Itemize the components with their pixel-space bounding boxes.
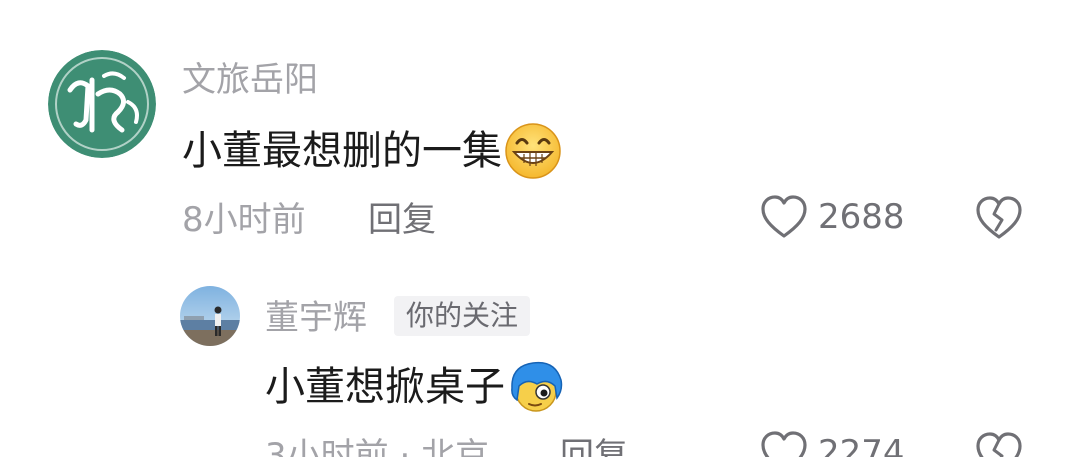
following-badge: 你的关注 [394,296,531,336]
reply-reply-button[interactable]: 回复 [560,434,628,457]
comment-time: 8小时前 [182,200,306,240]
broken-heart-icon [976,432,1022,457]
reply-like-count: 2274 [818,433,905,457]
reply-text: 小董想掀桌子 [265,358,565,416]
reply-text-body: 小董想掀桌子 [265,364,505,410]
reply-username[interactable]: 董宇辉 [265,296,367,340]
reply-like-button[interactable]: 2274 [760,430,905,457]
broken-heart-icon [976,196,1022,239]
grinning-face-icon [505,123,561,179]
like-count: 2688 [818,197,905,237]
reply-dislike-button[interactable] [974,430,1024,457]
comment-text: 小董最想删的一集 [182,122,562,180]
reply-button[interactable]: 回复 [368,198,436,242]
travel-logo-avatar-icon [48,50,156,158]
comment-text-body: 小董最想删的一集 [182,128,502,174]
username[interactable]: 文旅岳阳 [182,58,318,102]
reply-avatar[interactable] [180,286,240,346]
dislike-button[interactable] [974,194,1024,242]
comment-section: 文旅岳阳 小董最想删的一集 8小时前 回复 2688 董宇辉 你的关注 小董想掀… [0,0,1080,457]
like-button[interactable]: 2688 [760,194,905,240]
photo-avatar-icon [180,286,240,346]
heart-icon [761,431,807,457]
heart-icon [761,195,807,238]
avatar[interactable] [48,50,156,158]
blue-hair-face-icon [511,361,563,412]
reply-time-location: 3小时前 · 北京 [265,436,490,457]
